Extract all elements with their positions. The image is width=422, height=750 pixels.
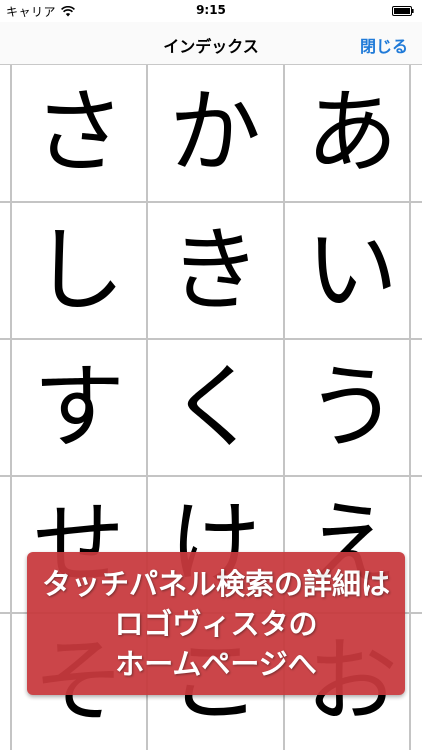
- status-time: 9:15: [196, 3, 226, 17]
- kana-cell-su[interactable]: す: [12, 340, 146, 476]
- kana-cell-shi[interactable]: し: [12, 203, 146, 339]
- status-bar: キャリア 9:15: [0, 0, 422, 22]
- kana-cell-a[interactable]: あ: [285, 65, 419, 201]
- banner-line: タッチパネル検索の詳細は: [41, 566, 390, 601]
- kana-cell-i[interactable]: い: [285, 203, 419, 339]
- kana-cell-ku[interactable]: く: [148, 340, 282, 476]
- close-button[interactable]: 閉じる: [360, 33, 408, 57]
- kana-cell-sa[interactable]: さ: [12, 65, 146, 201]
- banner-line: ロゴヴィスタの: [114, 606, 318, 641]
- kana-cell-u[interactable]: う: [285, 340, 419, 476]
- banner-line: ホームページへ: [115, 646, 317, 681]
- page-title: インデックス: [163, 37, 259, 56]
- index-screen: キャリア 9:15 インデックス 閉じる さ か あ し き い す く う せ…: [0, 0, 422, 750]
- kana-cell-ka[interactable]: か: [148, 65, 282, 201]
- kana-cell-ki[interactable]: き: [148, 203, 282, 339]
- navigation-bar: インデックス 閉じる: [0, 22, 422, 65]
- battery-icon: [392, 6, 414, 16]
- touch-search-info-banner[interactable]: タッチパネル検索の詳細は ロゴヴィスタの ホームページへ: [27, 552, 405, 695]
